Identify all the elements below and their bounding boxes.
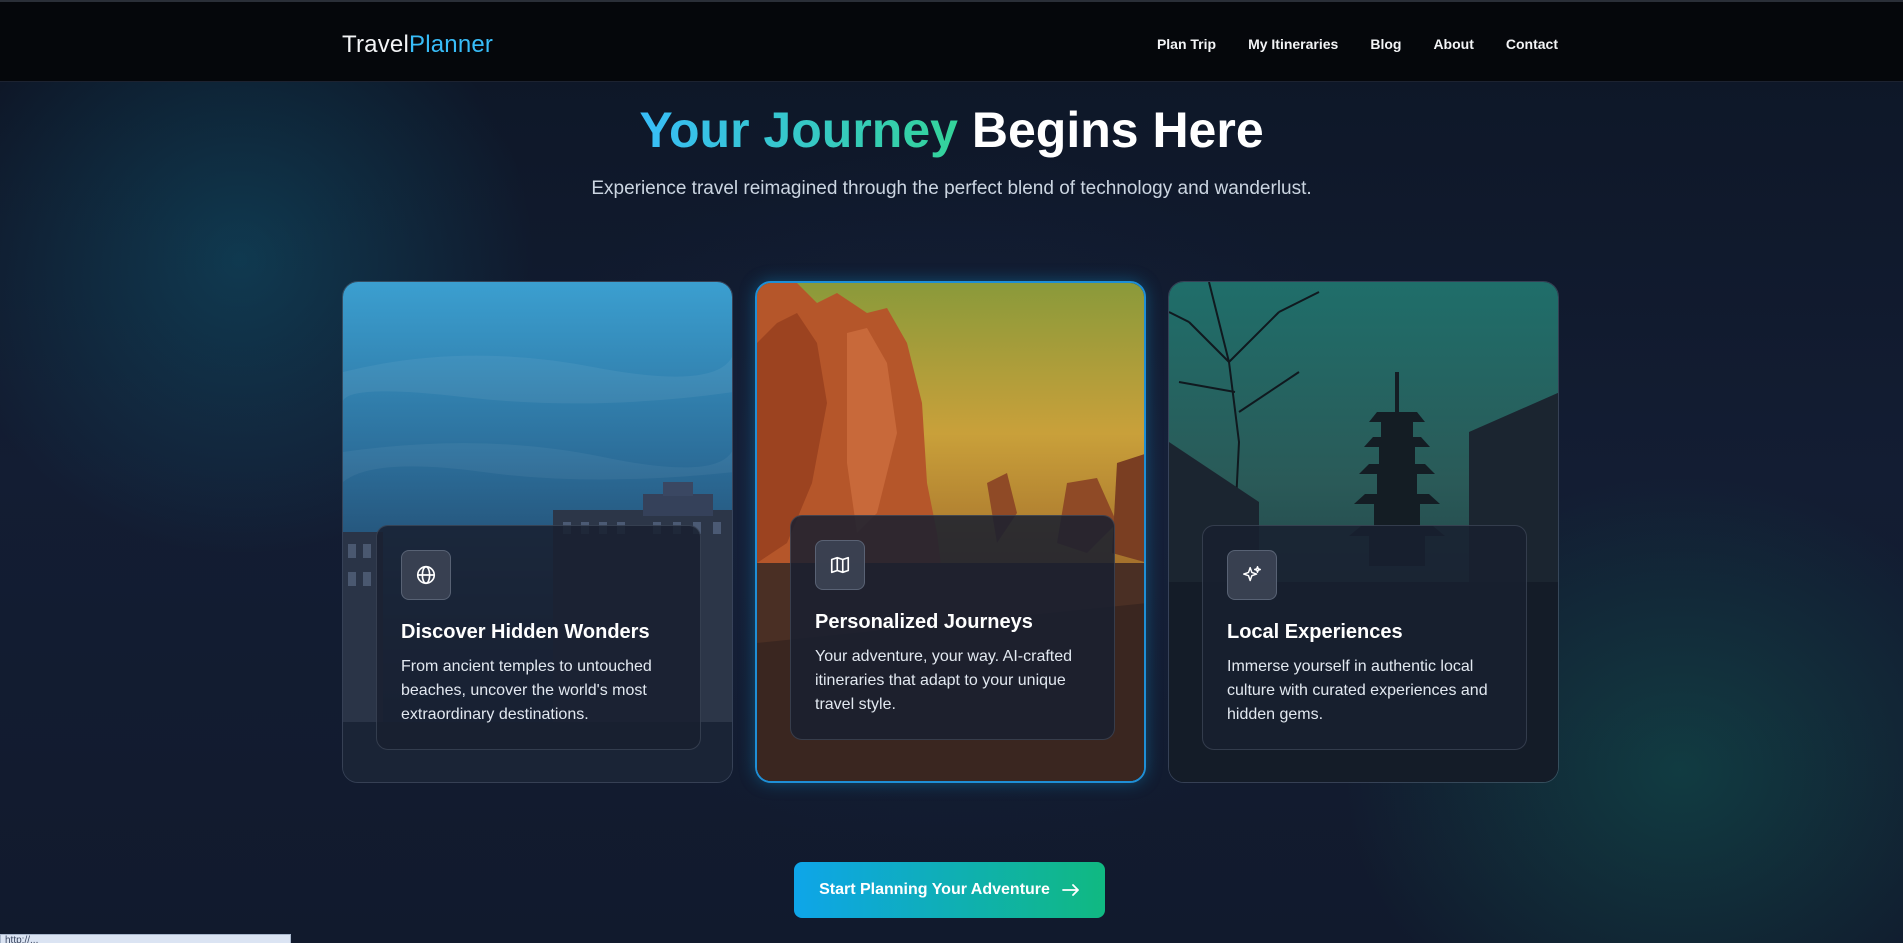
map-icon bbox=[815, 540, 865, 590]
status-bar-url: http://... bbox=[0, 934, 291, 943]
nav-blog[interactable]: Blog bbox=[1370, 34, 1401, 54]
sparkles-icon bbox=[1227, 550, 1277, 600]
nav-contact[interactable]: Contact bbox=[1506, 34, 1558, 54]
hero-title-highlight: Your Journey bbox=[639, 102, 958, 158]
hero-title: Your Journey Begins Here bbox=[0, 100, 1903, 160]
feature-card-description: From ancient temples to untouched beache… bbox=[401, 658, 652, 723]
page: TravelPlanner Plan Trip My Itineraries B… bbox=[0, 0, 1903, 943]
feature-card-local[interactable]: Local Experiences Immerse yourself in au… bbox=[1168, 281, 1559, 783]
feature-card-title: Discover Hidden Wonders bbox=[401, 621, 650, 643]
navbar: TravelPlanner Plan Trip My Itineraries B… bbox=[0, 0, 1903, 82]
start-planning-label: Start Planning Your Adventure bbox=[819, 881, 1050, 898]
feature-card-content: Local Experiences Immerse yourself in au… bbox=[1202, 525, 1527, 750]
hero-subtitle: Experience travel reimagined through the… bbox=[591, 178, 1312, 199]
arrow-right-icon bbox=[1062, 884, 1079, 896]
feature-card-content: Personalized Journeys Your adventure, yo… bbox=[790, 515, 1115, 740]
feature-card-personalized[interactable]: Personalized Journeys Your adventure, yo… bbox=[755, 281, 1146, 783]
nav-links: Plan Trip My Itineraries Blog About Cont… bbox=[1157, 34, 1558, 54]
feature-card-description: Immerse yourself in authentic local cult… bbox=[1227, 658, 1488, 723]
nav-my-itineraries[interactable]: My Itineraries bbox=[1248, 34, 1338, 54]
brand-part-planner: Planner bbox=[409, 31, 494, 58]
feature-card-title: Local Experiences bbox=[1227, 621, 1403, 643]
brand-logo[interactable]: TravelPlanner bbox=[342, 30, 493, 60]
feature-card-title: Personalized Journeys bbox=[815, 611, 1033, 633]
hero-title-rest: Begins Here bbox=[971, 102, 1264, 158]
feature-card-content: Discover Hidden Wonders From ancient tem… bbox=[376, 525, 701, 750]
nav-about[interactable]: About bbox=[1433, 34, 1473, 54]
nav-plan-trip[interactable]: Plan Trip bbox=[1157, 34, 1216, 54]
feature-card-description: Your adventure, your way. AI-crafted iti… bbox=[815, 648, 1073, 713]
brand-part-travel: Travel bbox=[342, 31, 409, 58]
globe-icon bbox=[401, 550, 451, 600]
feature-card-discover[interactable]: Discover Hidden Wonders From ancient tem… bbox=[342, 281, 733, 783]
start-planning-button[interactable]: Start Planning Your Adventure bbox=[794, 862, 1105, 918]
